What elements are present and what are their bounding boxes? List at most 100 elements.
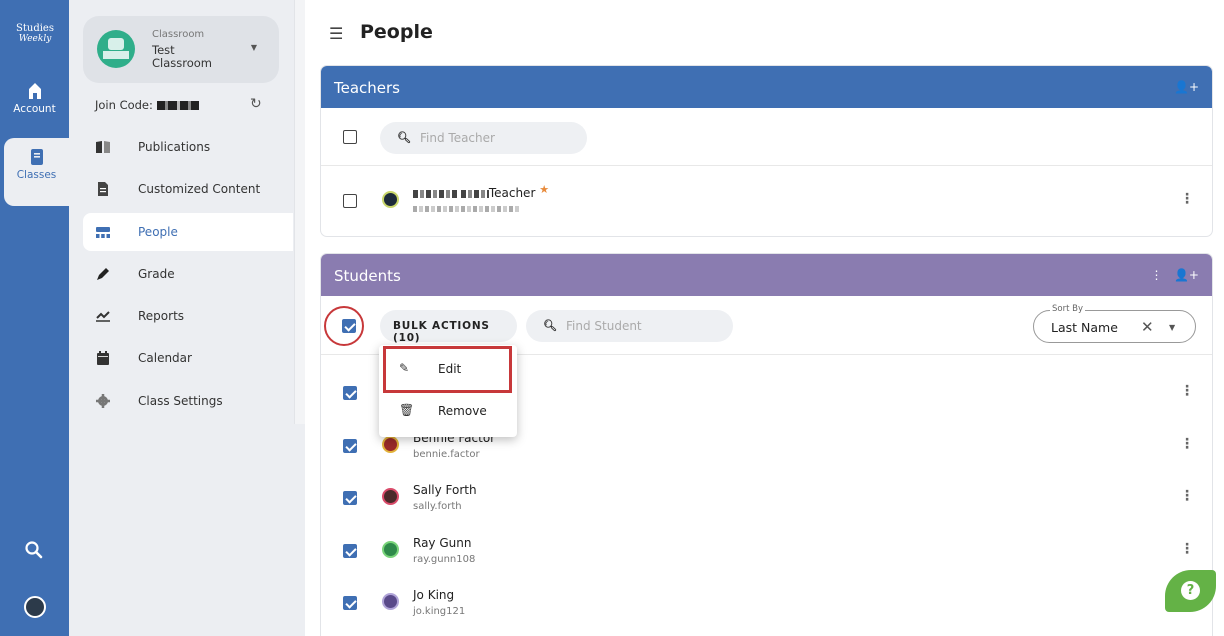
sidebar-item-label: Publications [138, 140, 211, 154]
teacher-row[interactable]: Teacher ★ ⋮ [321, 176, 1212, 228]
owner-star-icon: ★ [539, 183, 550, 196]
sidebar-item-label: Customized Content [138, 182, 261, 196]
student-row[interactable]: Sally Forth sally.forth ⋮ [321, 473, 1212, 525]
pen-icon [97, 268, 109, 280]
teachers-card: Teachers 👤+ 🔍︎ Find Teacher Teacher ★ ⋮ [320, 65, 1213, 237]
student-row-checkbox[interactable] [343, 596, 357, 610]
gear-icon [96, 394, 110, 408]
students-card: Students ⋮ 👤+ BULK ACTIONS (10) 🔍︎ Find … [320, 253, 1213, 636]
student-search-placeholder: Find Student [566, 319, 642, 333]
annotation-highlight-circle [324, 306, 364, 346]
sidebar-item-reports[interactable]: Reports [83, 297, 293, 335]
add-student-icon[interactable]: ⋮ 👤+ [1151, 268, 1199, 282]
sidebar-item-label: Calendar [138, 351, 192, 365]
students-title: Students [334, 267, 401, 285]
bulk-actions-button[interactable]: BULK ACTIONS (10) [380, 310, 517, 344]
class-sidebar: Classroom Test Classroom ▼ Join Code: ↻ … [69, 0, 305, 636]
student-name: Ray Gunn [413, 536, 472, 550]
teachers-title: Teachers [334, 79, 400, 97]
student-avatar [382, 593, 399, 610]
sidebar-item-label: Grade [138, 267, 175, 281]
more-options-icon[interactable]: ⋮ [1180, 488, 1194, 504]
document-icon [98, 182, 108, 196]
people-icon [96, 227, 110, 238]
help-icon: ? [1181, 581, 1200, 600]
chevron-down-icon: ▼ [250, 43, 257, 52]
teachers-header: Teachers 👤+ [321, 66, 1212, 108]
app-rail: Studies Weekly Account Classes [0, 0, 69, 636]
sort-by-value: Last Name [1051, 320, 1118, 335]
join-code-label: Join Code: [95, 98, 153, 112]
teacher-avatar [382, 191, 399, 208]
student-row[interactable]: Jo King jo.king121 [321, 578, 1212, 630]
rail-classes-label: Classes [16, 169, 57, 181]
student-username: ray.gunn108 [413, 554, 476, 565]
class-name: Test Classroom [152, 43, 213, 70]
student-username: jo.king121 [413, 606, 466, 617]
teacher-search-input[interactable]: 🔍︎ Find Teacher [380, 122, 587, 154]
sidebar-item-calendar[interactable]: Calendar [83, 339, 293, 377]
teacher-name-redacted [460, 189, 489, 198]
teacher-name-redacted [413, 189, 457, 198]
student-row-checkbox[interactable] [343, 491, 357, 505]
add-teacher-icon[interactable]: 👤+ [1174, 80, 1199, 94]
logo-line2: Weekly [18, 34, 52, 44]
class-selector-label: Classroom [152, 29, 205, 40]
student-row-checkbox[interactable] [343, 439, 357, 453]
page-title: People [360, 21, 433, 43]
user-avatar[interactable] [24, 596, 46, 618]
logo-line1: Studies [16, 23, 54, 34]
sidebar-item-label: Reports [138, 309, 185, 323]
join-code-row: Join Code: [95, 98, 275, 112]
rail-account-button[interactable]: Account [0, 82, 69, 132]
student-name: Jo King [413, 588, 455, 602]
student-username: sally.forth [413, 501, 462, 512]
student-row-checkbox[interactable] [343, 544, 357, 558]
main-content: ☰ People Teachers 👤+ 🔍︎ Find Teacher Tea… [305, 0, 1224, 636]
more-options-icon[interactable]: ⋮ [1180, 436, 1194, 452]
sort-by-select[interactable]: Sort By Last Name ✕ ▼ [1033, 304, 1196, 343]
trash-icon: 🗑︎ [399, 403, 415, 417]
student-row-checkbox[interactable] [343, 386, 357, 400]
bulk-remove-menu-item[interactable]: 🗑︎ Remove [379, 391, 517, 431]
book-icon [96, 141, 110, 153]
join-code-value-redacted [156, 101, 199, 110]
student-avatar [382, 436, 399, 453]
select-all-teachers-checkbox[interactable] [343, 130, 357, 144]
student-row[interactable]: Ray Gunn ray.gunn108 ⋮ [321, 526, 1212, 578]
sidebar-item-grade[interactable]: Grade [83, 255, 293, 293]
hamburger-menu-icon[interactable]: ☰ [329, 24, 343, 43]
students-header: Students ⋮ 👤+ [321, 254, 1212, 296]
rail-classes-button[interactable]: Classes [4, 138, 69, 206]
search-icon: 🔍︎ [397, 131, 411, 144]
student-avatar [382, 541, 399, 558]
sort-by-label: Sort By [1050, 304, 1085, 314]
teacher-row-checkbox[interactable] [343, 194, 357, 208]
calendar-icon [97, 351, 109, 365]
sidebar-item-label: Class Settings [138, 394, 223, 408]
account-icon [28, 83, 41, 99]
sidebar-item-customized-content[interactable]: Customized Content [83, 170, 293, 208]
search-icon: 🔍︎ [543, 319, 557, 332]
studies-weekly-logo[interactable]: Studies Weekly [6, 23, 64, 45]
student-username: bennie.factor [413, 449, 480, 460]
student-name: Sally Forth [413, 483, 477, 497]
rail-account-label: Account [13, 103, 56, 115]
class-avatar [97, 30, 135, 68]
class-selector[interactable]: Classroom Test Classroom ▼ [83, 16, 279, 83]
student-search-input[interactable]: 🔍︎ Find Student [526, 310, 733, 342]
clear-icon[interactable]: ✕ [1141, 318, 1154, 336]
more-options-icon[interactable]: ⋮ [1180, 541, 1194, 557]
more-options-icon[interactable]: ⋮ [1180, 383, 1194, 399]
sidebar-item-people[interactable]: People [83, 213, 293, 251]
refresh-icon[interactable]: ↻ [250, 96, 262, 112]
more-options-icon[interactable]: ⋮ [1180, 191, 1194, 207]
annotation-highlight-box [383, 346, 512, 393]
sidebar-item-publications[interactable]: Publications [83, 128, 293, 166]
sidebar-scrollbar[interactable] [294, 0, 305, 424]
chevron-down-icon[interactable]: ▼ [1169, 323, 1175, 332]
search-icon[interactable] [24, 540, 44, 560]
sidebar-item-class-settings[interactable]: Class Settings [83, 382, 293, 420]
student-avatar [382, 488, 399, 505]
teacher-search-placeholder: Find Teacher [420, 131, 495, 145]
